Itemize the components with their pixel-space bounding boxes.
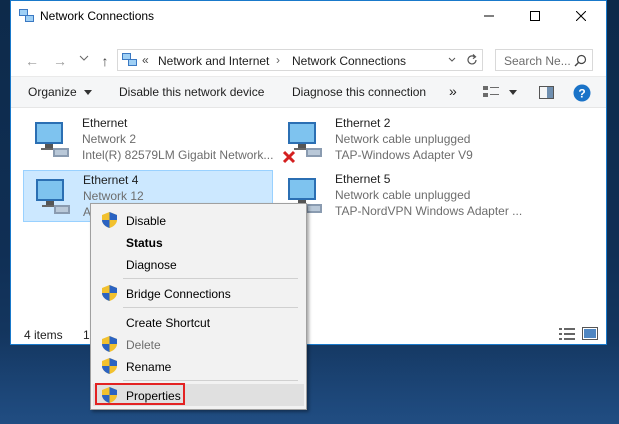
menu-item-delete[interactable]: Delete bbox=[93, 333, 304, 355]
breadcrumb-overflow[interactable]: « bbox=[142, 53, 149, 67]
menu-separator bbox=[123, 307, 298, 308]
menu-label: Status bbox=[126, 236, 163, 250]
menu-item-bridge-connections[interactable]: Bridge Connections bbox=[93, 282, 304, 304]
adapter-name: Ethernet 2 bbox=[335, 116, 391, 130]
search-icon[interactable] bbox=[574, 54, 587, 67]
recent-locations-chevron-icon[interactable] bbox=[79, 55, 89, 61]
organize-dropdown-icon bbox=[84, 90, 93, 96]
menu-label: Rename bbox=[126, 360, 172, 374]
uac-shield-icon bbox=[102, 212, 117, 228]
adapter-name: Ethernet 4 bbox=[83, 173, 139, 187]
help-icon[interactable]: ? bbox=[573, 84, 591, 102]
address-network-icon bbox=[122, 53, 137, 66]
search-placeholder: Search Ne... bbox=[504, 54, 571, 68]
preview-pane-icon[interactable] bbox=[539, 86, 554, 99]
adapter-name: Ethernet bbox=[82, 116, 128, 130]
properties-highlight-annotation bbox=[95, 383, 185, 405]
adapter-device: TAP-NordVPN Windows Adapter ... bbox=[335, 204, 523, 218]
item-count: 4 items bbox=[24, 328, 63, 342]
adapter-network: Network cable unplugged bbox=[335, 188, 471, 202]
adapter-network: Network cable unplugged bbox=[335, 132, 471, 146]
details-view-icon[interactable] bbox=[559, 328, 575, 340]
context-menu: Disable Status Diagnose Bridge Connectio… bbox=[90, 203, 307, 410]
menu-item-diagnose[interactable]: Diagnose bbox=[93, 253, 304, 275]
breadcrumb-separator-icon: › bbox=[276, 53, 280, 67]
adapter-device: TAP-Windows Adapter V9 bbox=[335, 148, 473, 162]
breadcrumb-network-connections[interactable]: Network Connections bbox=[292, 54, 406, 68]
minimize-button[interactable] bbox=[466, 1, 512, 31]
maximize-icon bbox=[530, 11, 540, 21]
disable-device-button[interactable]: Disable this network device bbox=[119, 85, 264, 99]
menu-item-rename[interactable]: Rename bbox=[93, 355, 304, 377]
title-bar: Network Connections bbox=[11, 1, 606, 31]
view-dropdown-icon[interactable] bbox=[509, 90, 517, 95]
network-connections-icon bbox=[19, 9, 34, 22]
organize-button[interactable]: Organize bbox=[28, 85, 93, 99]
forward-arrow-icon[interactable]: → bbox=[51, 53, 69, 69]
adapter-name: Ethernet 5 bbox=[335, 172, 391, 186]
diagnose-connection-button[interactable]: Diagnose this connection bbox=[292, 85, 426, 99]
menu-item-create-shortcut[interactable]: Create Shortcut bbox=[93, 311, 304, 333]
up-arrow-icon[interactable]: ↑ bbox=[96, 53, 114, 69]
selected-count: 1 bbox=[83, 328, 90, 342]
adapter-ethernet-2[interactable]: Ethernet 2 Network cable unplugged TAP-W… bbox=[276, 114, 526, 166]
menu-separator bbox=[123, 278, 298, 279]
menu-label: Diagnose bbox=[126, 258, 177, 272]
change-view-icon[interactable] bbox=[483, 85, 499, 99]
back-arrow-icon[interactable]: ← bbox=[23, 53, 41, 69]
close-button[interactable] bbox=[558, 1, 604, 31]
menu-item-status[interactable]: Status bbox=[93, 231, 304, 253]
menu-label: Disable bbox=[126, 214, 167, 228]
menu-label: Bridge Connections bbox=[126, 287, 231, 301]
adapter-ethernet[interactable]: Ethernet Network 2 Intel(R) 82579LM Giga… bbox=[23, 114, 273, 166]
address-bar[interactable]: « Network and Internet › Network Connect… bbox=[117, 49, 483, 71]
network-adapter-icon bbox=[36, 179, 70, 214]
adapter-ethernet-5[interactable]: Ethernet 5 Network cable unplugged TAP-N… bbox=[276, 170, 526, 222]
more-commands-button[interactable]: » bbox=[449, 83, 457, 99]
close-icon bbox=[576, 11, 586, 21]
disconnected-x-icon bbox=[282, 150, 296, 164]
menu-label: Delete bbox=[126, 338, 161, 352]
refresh-icon[interactable] bbox=[465, 53, 479, 67]
minimize-icon bbox=[484, 15, 494, 17]
uac-shield-icon bbox=[102, 336, 117, 352]
address-dropdown-icon[interactable] bbox=[448, 57, 456, 63]
breadcrumb-network-and-internet[interactable]: Network and Internet bbox=[158, 54, 269, 68]
uac-shield-icon bbox=[102, 358, 117, 374]
adapter-network: Network 12 bbox=[83, 189, 144, 203]
menu-label: Create Shortcut bbox=[126, 316, 211, 330]
uac-shield-icon bbox=[102, 285, 117, 301]
maximize-button[interactable] bbox=[512, 1, 558, 31]
network-adapter-icon bbox=[35, 122, 69, 157]
menu-separator bbox=[123, 380, 298, 381]
large-icons-view-icon[interactable] bbox=[582, 327, 598, 340]
adapter-network: Network 2 bbox=[82, 132, 137, 146]
adapter-device: Intel(R) 82579LM Gigabit Network... bbox=[82, 148, 274, 162]
menu-item-disable[interactable]: Disable bbox=[93, 209, 304, 231]
window-title: Network Connections bbox=[40, 9, 155, 23]
organize-label: Organize bbox=[28, 85, 77, 99]
search-box[interactable]: Search Ne... bbox=[495, 49, 593, 71]
svg-text:?: ? bbox=[578, 87, 585, 101]
command-bar: Organize Disable this network device Dia… bbox=[11, 76, 606, 108]
